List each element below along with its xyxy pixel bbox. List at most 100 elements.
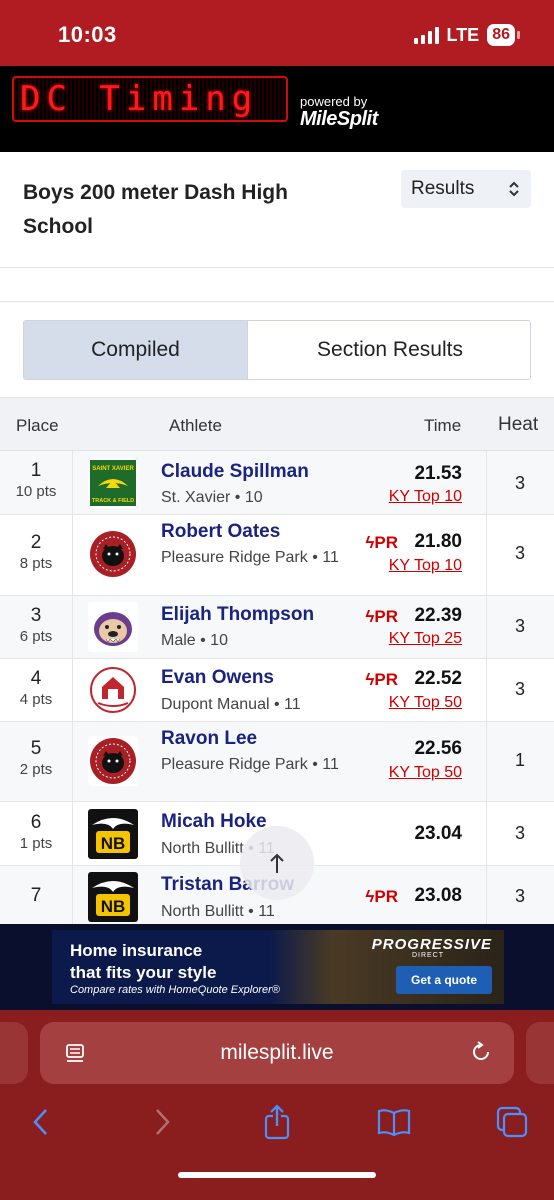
signal-icon [413, 26, 439, 44]
st-xavier-logo: SAINT XAVIER TRACK & FIELD [88, 458, 138, 508]
share-button[interactable] [255, 1100, 299, 1144]
results-view-select[interactable]: Results [401, 170, 531, 208]
ad-creative[interactable]: Home insurance that fits your style Comp… [52, 930, 504, 1004]
chevron-left-icon [33, 1109, 47, 1135]
place-number: 6 [30, 812, 42, 833]
heat-number: 3 [514, 679, 525, 699]
forward-button[interactable] [140, 1100, 184, 1144]
previous-tab-preview[interactable] [0, 1022, 28, 1084]
place-number: 4 [30, 668, 42, 689]
heat-number: 3 [514, 616, 525, 636]
heat-number: 3 [514, 886, 525, 906]
ranking-link[interactable]: KY Top 10 [389, 557, 462, 575]
column-divider [486, 515, 487, 595]
table-row[interactable]: 5 2 pts Ravon Lee Pleasure Ridge Park • … [0, 722, 554, 802]
tab-section-results[interactable]: Section Results [248, 321, 530, 379]
athlete-name-link[interactable]: Ravon Lee [161, 728, 257, 750]
status-icons: LTE 86 [413, 24, 520, 46]
tabs-button[interactable] [490, 1100, 534, 1144]
tab-compiled[interactable]: Compiled [24, 321, 248, 379]
result-time: 22.56 [414, 738, 462, 759]
athlete-team: St. Xavier • 10 [161, 489, 263, 506]
network-label: LTE [446, 24, 480, 45]
north-bullitt-logo-text: NB [101, 834, 126, 853]
place-points: 10 pts [15, 483, 57, 500]
personal-record-badge: ϟPR [365, 670, 398, 690]
milesplit-logo[interactable]: MileSplit [300, 108, 378, 131]
ad-headline: Home insurance that fits your style [70, 940, 216, 984]
north-bullitt-logo-text: NB [101, 897, 126, 916]
result-time: 23.04 [414, 823, 462, 844]
brand-bar: DC Timing powered by MileSplit [0, 66, 554, 152]
place-cell: 7 [0, 866, 73, 924]
table-row[interactable]: 2 8 pts Robert Oates Pleasure Ridge Park… [0, 515, 554, 596]
ad-subline: Compare rates with HomeQuote Explorer® [70, 984, 280, 996]
place-points: 8 pts [19, 555, 53, 572]
ranking-link[interactable]: KY Top 50 [389, 694, 462, 712]
athlete-team: Male • 10 [161, 632, 228, 649]
table-row[interactable]: 3 6 pts Elijah Thompson Male • 10 ϟPR 22… [0, 596, 554, 659]
ranking-link[interactable]: KY Top 25 [389, 630, 462, 648]
athlete-team: North Bullitt • 11 [161, 903, 275, 920]
athlete-name-link[interactable]: Micah Hoke [161, 811, 267, 833]
pr-label: PR [374, 670, 398, 689]
place-points: 4 pts [19, 691, 53, 708]
personal-record-badge: ϟPR [365, 607, 398, 627]
place-cell: 6 1 pts [0, 802, 73, 865]
reload-icon[interactable] [468, 1039, 494, 1065]
result-time: 22.52 [414, 668, 462, 689]
header-athlete[interactable]: Athlete [169, 416, 222, 436]
north-bullitt-logo: NB [88, 872, 138, 922]
battery-icon: 86 [487, 24, 515, 46]
table-row[interactable]: 4 4 pts Evan Owens Dupont Manual • 11 ϟP… [0, 659, 554, 722]
place-number: 1 [30, 460, 42, 481]
chevron-updown-icon [509, 181, 519, 197]
address-bar[interactable]: milesplit.live [40, 1022, 514, 1084]
header-place[interactable]: Place [16, 416, 59, 436]
athlete-name-link[interactable]: Evan Owens [161, 667, 274, 689]
header-time[interactable]: Time [424, 416, 461, 436]
place-number: 3 [30, 605, 42, 626]
dc-timing-logo[interactable]: DC Timing [12, 76, 288, 122]
results-tabs: Compiled Section Results [23, 320, 531, 380]
result-time: 21.53 [414, 463, 462, 484]
result-time: 22.39 [414, 605, 462, 626]
status-bar: 10:03 LTE 86 [0, 0, 554, 66]
ranking-link[interactable]: KY Top 10 [389, 488, 462, 506]
result-time: 21.80 [414, 531, 462, 552]
place-cell: 3 6 pts [0, 596, 73, 658]
place-points: 1 pts [19, 835, 53, 852]
ad-headline-line1: Home insurance [70, 941, 203, 960]
divider [0, 301, 554, 302]
column-divider [486, 866, 487, 924]
table-header: Place Athlete Time Heat [0, 397, 554, 451]
heat-number: 1 [514, 750, 525, 770]
heat-number: 3 [514, 543, 525, 563]
result-time: 23.08 [414, 885, 462, 906]
table-row[interactable]: 1 10 pts SAINT XAVIER TRACK & FIELD Clau… [0, 451, 554, 515]
ad-cta-button[interactable]: Get a quote [396, 966, 492, 994]
athlete-team: Pleasure Ridge Park • 11 [161, 549, 339, 566]
athlete-name-link[interactable]: Elijah Thompson [161, 604, 314, 626]
scroll-to-top-button[interactable] [240, 826, 314, 900]
back-button[interactable] [19, 1100, 63, 1144]
url-text: milesplit.live [220, 1041, 334, 1064]
athlete-team: Dupont Manual • 11 [161, 696, 301, 713]
pr-label: PR [374, 607, 398, 626]
powered-by-label: powered by [300, 94, 368, 109]
athlete-name-link[interactable]: Claude Spillman [161, 461, 309, 483]
ranking-link[interactable]: KY Top 50 [389, 764, 462, 782]
status-time: 10:03 [58, 22, 117, 47]
header-heat[interactable]: Heat [498, 414, 538, 436]
pr-label: PR [374, 887, 398, 906]
next-tab-preview[interactable] [526, 1022, 554, 1084]
ad-banner[interactable]: Home insurance that fits your style Comp… [0, 924, 554, 1010]
column-divider [486, 451, 487, 514]
ad-brand-logo: PROGRESSIVE [371, 936, 492, 953]
bookmarks-button[interactable] [372, 1100, 416, 1144]
home-indicator[interactable] [178, 1172, 376, 1178]
pr-label: PR [374, 533, 398, 552]
battery-nub [517, 31, 520, 39]
arrow-up-icon [270, 853, 284, 873]
athlete-name-link[interactable]: Robert Oates [161, 521, 280, 543]
